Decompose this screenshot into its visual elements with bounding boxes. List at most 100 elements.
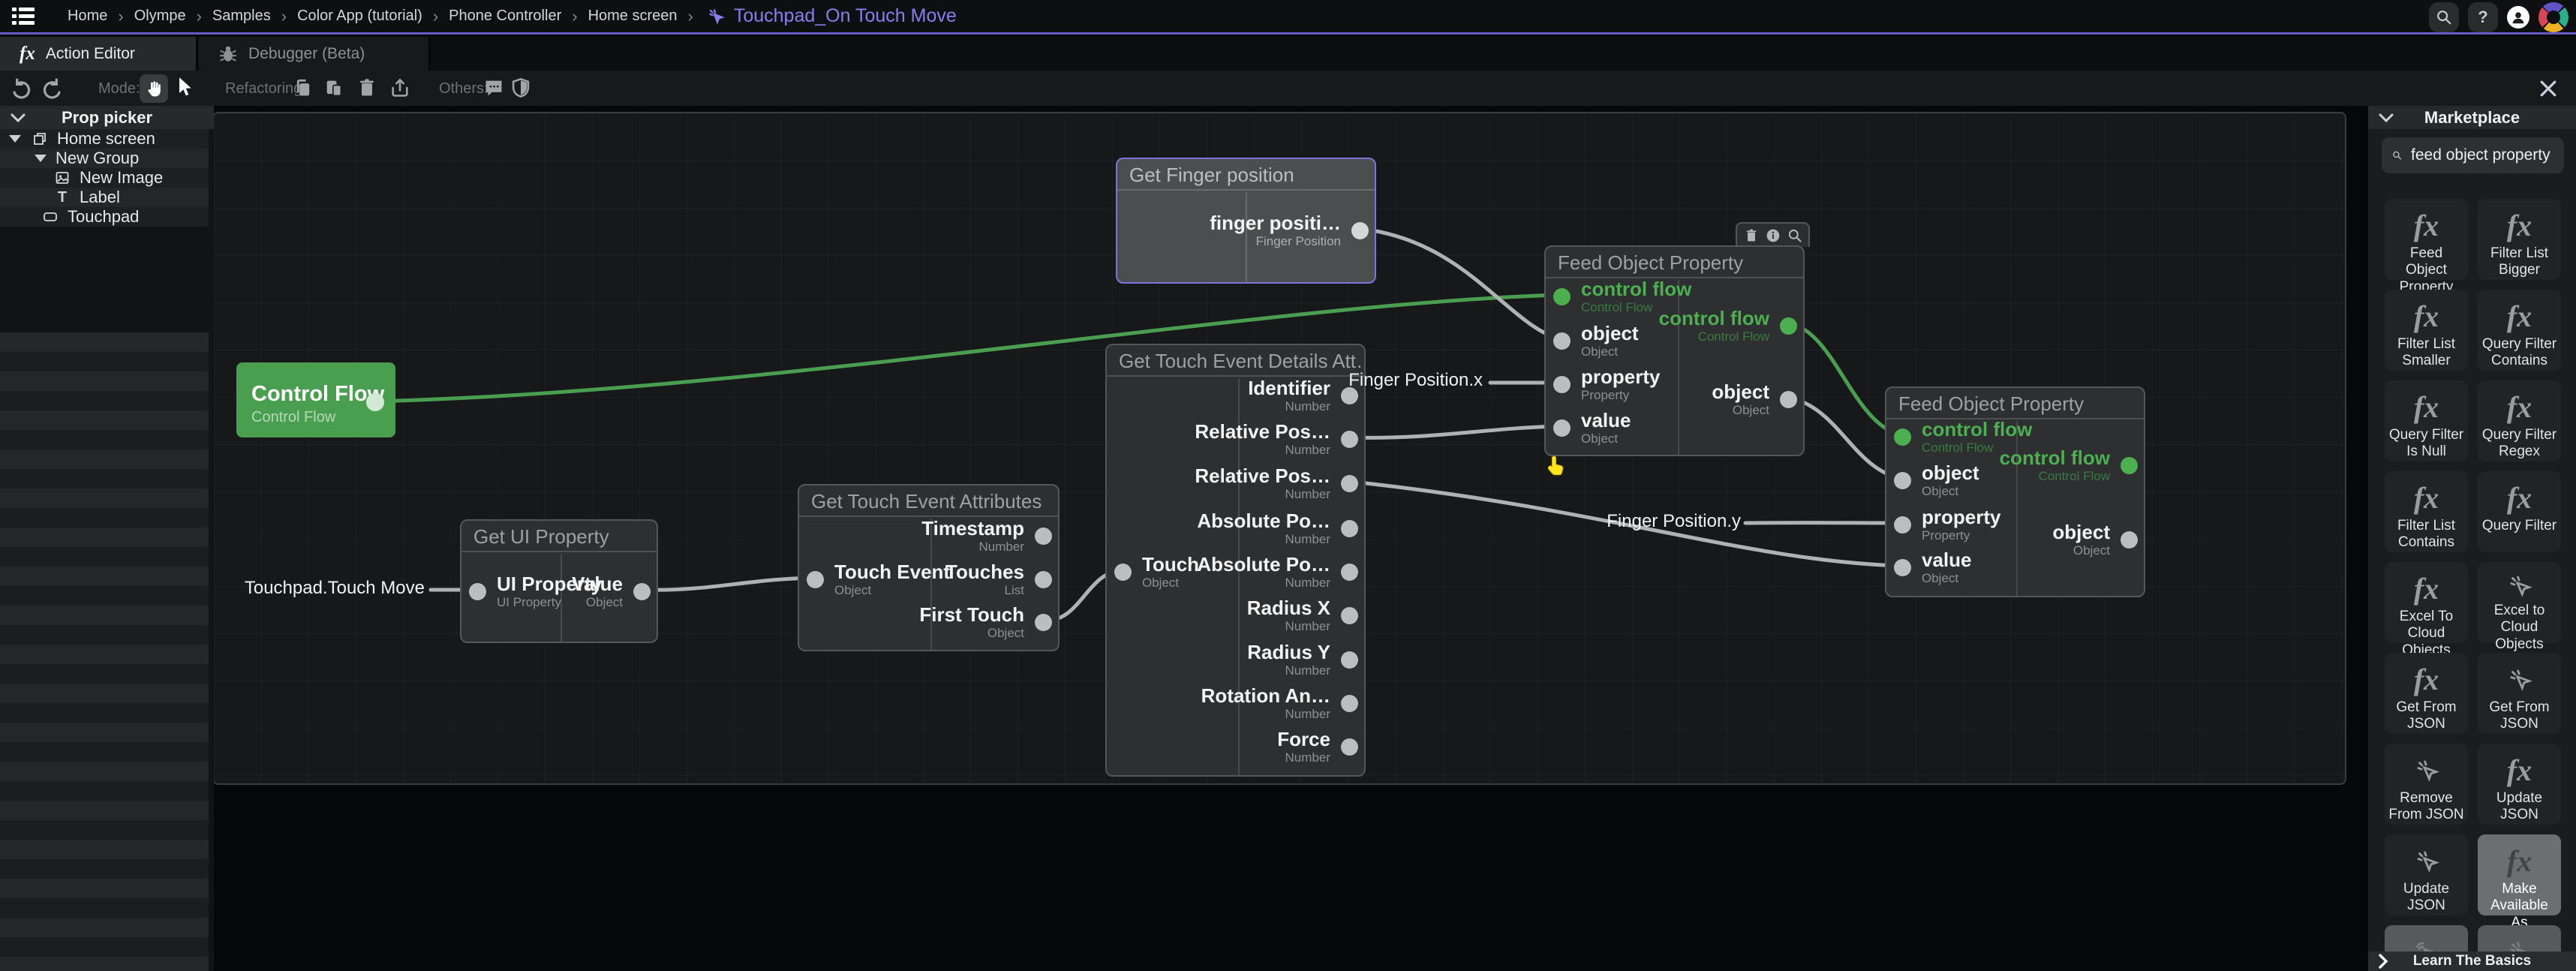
tab-action-editor[interactable]: fx Action Editor <box>0 37 197 71</box>
marketplace-tile[interactable]: fx Excel To Cloud Objects <box>2385 562 2468 658</box>
port-dot[interactable] <box>1341 430 1358 448</box>
port-finger-position-out[interactable]: finger positi… Finger Position <box>1210 211 1369 250</box>
port-dot[interactable] <box>1780 317 1797 335</box>
port-dot[interactable] <box>1341 519 1358 537</box>
undo-button[interactable] <box>11 77 33 100</box>
marketplace-tile[interactable]: fx Query Filter Regex <box>2478 380 2561 461</box>
inspect-icon[interactable] <box>1787 228 1802 243</box>
delete-button[interactable] <box>356 77 379 100</box>
info-icon[interactable] <box>1766 228 1781 243</box>
port-dot[interactable] <box>1035 527 1052 545</box>
close-editor-button[interactable] <box>2537 77 2559 100</box>
port-dot[interactable] <box>1341 738 1358 756</box>
port-control-flow-out[interactable]: control flow Control Flow <box>1659 306 1797 345</box>
port-dot[interactable] <box>1780 390 1797 408</box>
avatar[interactable] <box>2507 6 2529 29</box>
breadcrumb-item[interactable]: Samples <box>212 8 271 25</box>
port-radius-y-out[interactable]: Radius Y Number <box>1247 640 1358 679</box>
search-button[interactable] <box>2429 2 2459 32</box>
port-dot[interactable] <box>1553 419 1571 437</box>
port-dot[interactable] <box>807 570 824 588</box>
menu-icon[interactable] <box>12 7 35 26</box>
paste-button[interactable] <box>323 77 346 100</box>
port-object-out[interactable]: object Object <box>2052 520 2138 559</box>
port-dot[interactable] <box>1035 613 1052 631</box>
tree-item-new-group[interactable]: New Group <box>0 149 209 168</box>
marketplace-tile[interactable]: Excel to Cloud Objects <box>2478 562 2561 652</box>
node-get-touch-event-attributes[interactable]: Get Touch Event Attributes Touch Event Ob… <box>798 484 1060 651</box>
marketplace-search[interactable] <box>2382 137 2564 173</box>
node-feed-object-property-2[interactable]: Feed Object Property control flow Control… <box>1885 386 2145 597</box>
port-control-flow-out[interactable]: control flow Control Flow <box>2000 446 2138 485</box>
marketplace-tile[interactable]: fx Filter List Contains <box>2385 471 2468 552</box>
shield-button[interactable] <box>510 77 533 100</box>
marketplace-tile[interactable]: Update JSON <box>2385 834 2468 915</box>
node-get-finger-position[interactable]: Get Finger position finger positi… Finger… <box>1116 158 1376 284</box>
comment-button[interactable] <box>483 77 506 100</box>
port-object-out[interactable]: object Object <box>1712 380 1797 419</box>
port-rotation-angle-out[interactable]: Rotation An… Number <box>1201 684 1358 723</box>
port-dot[interactable] <box>1341 694 1358 712</box>
port-first-touch-out[interactable]: First Touch Object <box>919 603 1052 642</box>
node-control-flow[interactable]: Control Flow Control Flow <box>236 362 395 437</box>
olympe-logo[interactable] <box>2538 2 2568 32</box>
marketplace-tile[interactable]: fx Filter List Bigger <box>2478 199 2561 280</box>
caret-down-icon[interactable] <box>9 135 21 143</box>
port-object-in[interactable]: object Object <box>1553 321 1639 360</box>
port-dot[interactable] <box>2121 456 2138 474</box>
port-relative-pos-x-out[interactable]: Relative Pos… Number <box>1195 419 1358 458</box>
port-property-in[interactable]: property Property <box>1894 505 2000 544</box>
port-value-in[interactable]: value Object <box>1894 548 1972 587</box>
port-dot[interactable] <box>1553 287 1571 305</box>
port-value-out[interactable]: Value Object <box>572 572 651 611</box>
node-feed-object-property-1[interactable]: Feed Object Property control flow Control… <box>1544 245 1805 456</box>
port-dot[interactable] <box>1035 570 1052 588</box>
breadcrumb-item[interactable]: Color App (tutorial) <box>297 8 422 25</box>
port-dot[interactable] <box>1341 606 1358 624</box>
port-dot[interactable] <box>1351 221 1369 239</box>
port-touch-event-in[interactable]: Touch Event Object <box>807 560 950 599</box>
port-dot[interactable] <box>1553 332 1571 350</box>
marketplace-tile[interactable]: Remove From JSON <box>2385 744 2468 825</box>
export-button[interactable] <box>389 77 412 100</box>
port-dot[interactable] <box>1341 651 1358 669</box>
prop-picker-header[interactable]: Prop picker <box>0 106 214 129</box>
port-identifier-out[interactable]: Identifier Number <box>1248 376 1358 415</box>
help-button[interactable]: ? <box>2468 2 2498 32</box>
control-flow-output-port[interactable] <box>366 393 384 411</box>
node-get-ui-property[interactable]: Get UI Property UI Property UI Property V… <box>460 519 658 643</box>
port-dot[interactable] <box>1553 375 1571 393</box>
port-force-out[interactable]: Force Number <box>1277 727 1358 766</box>
marketplace-tile[interactable]: Get From JSON <box>2478 653 2561 734</box>
marketplace-tile[interactable]: fx Get From JSON <box>2385 653 2468 734</box>
select-mode-button[interactable] <box>174 76 197 98</box>
search-input[interactable] <box>2411 146 2553 164</box>
port-touch-in[interactable]: Touch Object <box>1114 552 1199 591</box>
marketplace-tile-selected[interactable]: fxMake Available As Resource <box>2478 834 2561 947</box>
marketplace-tile[interactable]: fx Filter List Smaller <box>2385 290 2468 371</box>
marketplace-header[interactable]: Marketplace <box>2368 106 2576 129</box>
port-radius-x-out[interactable]: Radius X Number <box>1247 596 1358 635</box>
port-dot[interactable] <box>1341 474 1358 492</box>
learn-the-basics-bar[interactable]: Learn The Basics <box>2368 951 2576 971</box>
tree-item-label[interactable]: T Label <box>0 188 209 207</box>
port-dot[interactable] <box>1894 428 1911 446</box>
port-dot[interactable] <box>1894 516 1911 534</box>
tab-debugger[interactable]: Debugger (Beta) <box>199 37 430 71</box>
tree-item-home-screen[interactable]: Home screen <box>0 129 209 149</box>
port-timestamp-out[interactable]: Timestamp Number <box>921 516 1052 555</box>
port-value-in[interactable]: value Object <box>1553 408 1631 447</box>
port-relative-pos-y-out[interactable]: Relative Pos… Number <box>1195 464 1358 503</box>
port-dot[interactable] <box>1894 471 1911 489</box>
delete-node-icon[interactable] <box>1744 228 1759 243</box>
port-dot[interactable] <box>1894 558 1911 576</box>
redo-button[interactable] <box>41 77 63 100</box>
copy-button[interactable] <box>293 77 315 100</box>
marketplace-tile[interactable]: fx Query Filter Is Null <box>2385 380 2468 461</box>
marketplace-tile[interactable]: fx Query Filter <box>2478 471 2561 552</box>
port-absolute-pos-y-out[interactable]: Absolute Po… Number <box>1197 552 1358 591</box>
port-touches-out[interactable]: Touches List <box>945 560 1052 599</box>
port-property-in[interactable]: property Property <box>1553 365 1660 404</box>
tree-item-touchpad[interactable]: Touchpad <box>0 207 209 227</box>
pan-mode-button[interactable] <box>140 74 168 103</box>
